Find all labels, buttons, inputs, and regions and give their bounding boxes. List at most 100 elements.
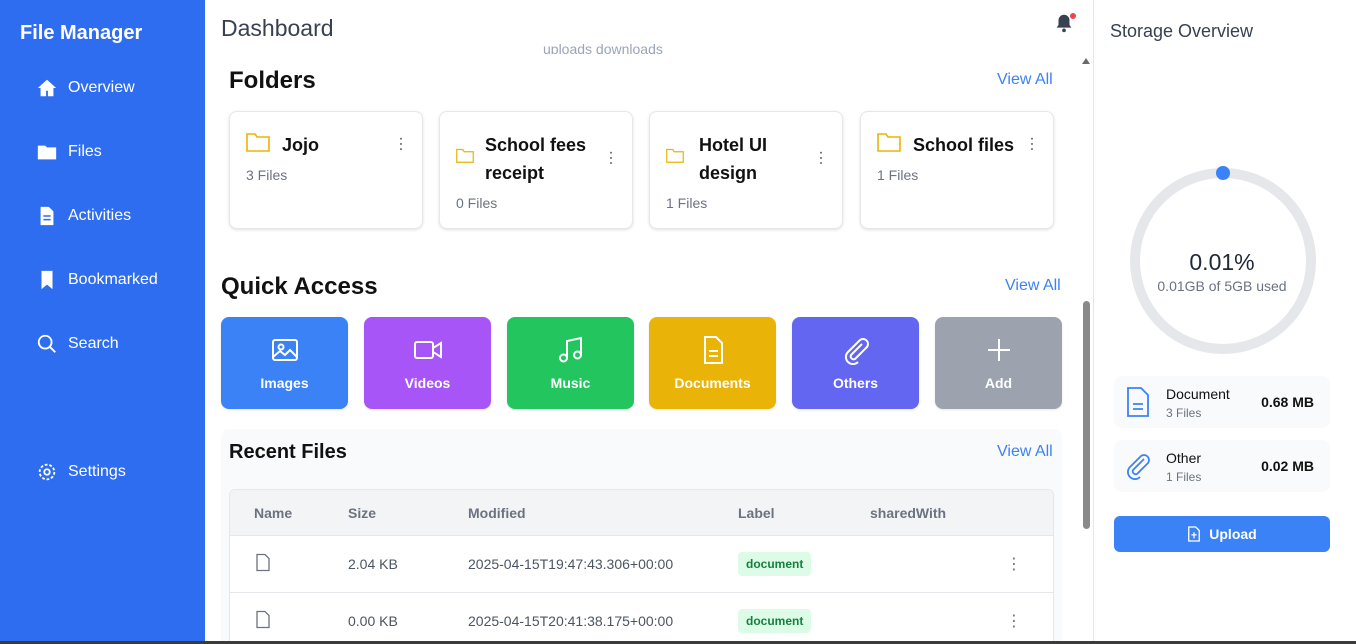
sidebar-item-label: Activities	[68, 207, 132, 224]
quick-access-documents[interactable]: Documents	[649, 317, 776, 409]
document-icon	[703, 336, 723, 364]
notification-button[interactable]	[1053, 12, 1077, 36]
folder-name: Hotel UI design	[699, 135, 768, 183]
file-size: 2.04 KB	[348, 556, 398, 572]
sidebar-item-label: Settings	[68, 463, 126, 480]
storage-panel: Storage Overview 0.01% 0.01GB of 5GB use…	[1093, 0, 1356, 644]
more-options-icon[interactable]: ⋯	[602, 150, 619, 166]
quick-access-others[interactable]: Others	[792, 317, 919, 409]
paperclip-icon	[844, 338, 869, 365]
main-content: Dashboard uploads downloads Folders View…	[205, 0, 1093, 644]
tile-label: Others	[832, 375, 879, 391]
folder-card[interactable]: Jojo 3 Files ⋯	[229, 111, 423, 229]
column-header-size[interactable]: Size	[348, 505, 376, 521]
brand-title: File Manager	[20, 22, 143, 44]
sidebar: File Manager Overview Files Activities B…	[0, 0, 205, 644]
recent-files-title: Recent Files	[229, 441, 347, 463]
storage-category-other: Other 1 Files 0.02 MB	[1114, 440, 1330, 492]
scrollbar-thumb[interactable]	[1083, 301, 1090, 529]
quick-access-music[interactable]: Music	[507, 317, 634, 409]
storage-category-document: Document 3 Files 0.68 MB	[1114, 376, 1330, 428]
quick-access-title: Quick Access	[221, 273, 378, 300]
document-icon	[1127, 387, 1149, 417]
sidebar-item-activities[interactable]: Activities	[36, 200, 131, 232]
paperclip-icon	[1127, 454, 1150, 480]
bookmark-icon	[41, 270, 53, 290]
category-size: 0.68 MB	[1261, 394, 1314, 410]
folders-view-all-link[interactable]: View All	[997, 71, 1053, 89]
tile-label: Add	[984, 375, 1013, 391]
table-header: Name Size Modified Label sharedWith	[230, 490, 1053, 536]
column-header-label[interactable]: Label	[738, 505, 775, 521]
more-options-icon[interactable]: ⋯	[812, 150, 829, 166]
folder-card[interactable]: Hotel UI design 1 Files ⋯	[649, 111, 843, 229]
sidebar-item-label: Bookmarked	[68, 271, 158, 288]
storage-title: Storage Overview	[1110, 21, 1254, 41]
storage-percent: 0.01%	[1189, 249, 1255, 275]
folder-icon	[246, 133, 270, 152]
folder-name: Jojo	[282, 135, 320, 155]
folder-icon	[456, 148, 474, 163]
sidebar-item-label: Files	[68, 143, 102, 160]
gear-icon	[38, 463, 56, 481]
table-row[interactable]: 2.04 KB 2025-04-15T19:47:43.306+00:00 do…	[230, 536, 1053, 593]
tile-label: Videos	[404, 375, 451, 391]
notification-dot	[1069, 12, 1077, 20]
page-title: Dashboard	[221, 15, 334, 41]
quick-access-videos[interactable]: Videos	[364, 317, 491, 409]
tile-label: Images	[260, 375, 309, 391]
chart-legend-fragment: uploads downloads	[543, 44, 663, 54]
music-icon	[558, 336, 582, 363]
folder-name: School files	[913, 135, 1015, 155]
folder-icon	[666, 148, 684, 163]
category-name: Other	[1166, 450, 1202, 466]
folder-name: School fees receipt	[485, 135, 587, 183]
column-header-modified[interactable]: Modified	[468, 505, 526, 521]
table-row[interactable]: 0.00 KB 2025-04-15T20:41:38.175+00:00 do…	[230, 593, 1053, 644]
sidebar-item-label: Search	[68, 335, 119, 352]
quick-access-view-all-link[interactable]: View All	[1005, 277, 1061, 295]
document-icon	[40, 206, 54, 226]
sidebar-item-settings[interactable]: Settings	[36, 456, 126, 488]
upload-button-label: Upload	[1209, 526, 1257, 542]
quick-access-images[interactable]: Images	[221, 317, 348, 409]
recent-files-table: Name Size Modified Label sharedWith 2.04…	[229, 489, 1054, 644]
file-upload-icon	[1188, 526, 1201, 542]
app-window: File Manager Overview Files Activities B…	[0, 0, 1356, 644]
file-size: 0.00 KB	[348, 613, 398, 629]
column-header-name[interactable]: Name	[254, 505, 292, 521]
category-name: Document	[1166, 386, 1230, 402]
main-scrollbar[interactable]	[1080, 55, 1092, 644]
column-header-shared-with[interactable]: sharedWith	[870, 505, 946, 521]
folder-file-count: 1 Files	[877, 167, 919, 183]
image-icon	[271, 339, 298, 361]
quick-access-add[interactable]: Add	[935, 317, 1062, 409]
folder-card[interactable]: School files 1 Files ⋯	[860, 111, 1054, 229]
sidebar-item-files[interactable]: Files	[36, 136, 102, 168]
folder-icon	[37, 145, 57, 160]
file-label-badge: document	[738, 552, 812, 576]
sidebar-item-overview[interactable]: Overview	[36, 72, 135, 104]
recent-files-section: Recent Files View All Name Size Modified…	[221, 429, 1062, 644]
file-modified: 2025-04-15T20:41:38.175+00:00	[468, 613, 674, 629]
more-options-icon[interactable]: ⋯	[1023, 136, 1040, 152]
usage-progress-marker	[1216, 166, 1230, 180]
sidebar-item-label: Overview	[68, 79, 135, 96]
category-count: 3 Files	[1166, 406, 1202, 420]
scroll-up-arrow-icon[interactable]	[1082, 58, 1090, 64]
sidebar-item-bookmarked[interactable]: Bookmarked	[36, 264, 158, 296]
file-modified: 2025-04-15T19:47:43.306+00:00	[468, 556, 674, 572]
upload-button[interactable]: Upload	[1114, 516, 1330, 552]
home-icon	[37, 79, 57, 97]
file-label-badge: document	[738, 609, 812, 633]
category-count: 1 Files	[1166, 470, 1202, 484]
more-options-icon[interactable]: ⋮	[1006, 611, 1022, 631]
folder-file-count: 3 Files	[246, 167, 288, 183]
recent-files-view-all-link[interactable]: View All	[997, 443, 1053, 461]
more-options-icon[interactable]: ⋯	[392, 136, 409, 152]
more-options-icon[interactable]: ⋮	[1006, 554, 1022, 574]
sidebar-item-search[interactable]: Search	[36, 328, 119, 360]
folder-card[interactable]: School fees receipt 0 Files ⋯	[439, 111, 633, 229]
tile-label: Music	[550, 375, 591, 391]
file-icon	[256, 553, 270, 575]
